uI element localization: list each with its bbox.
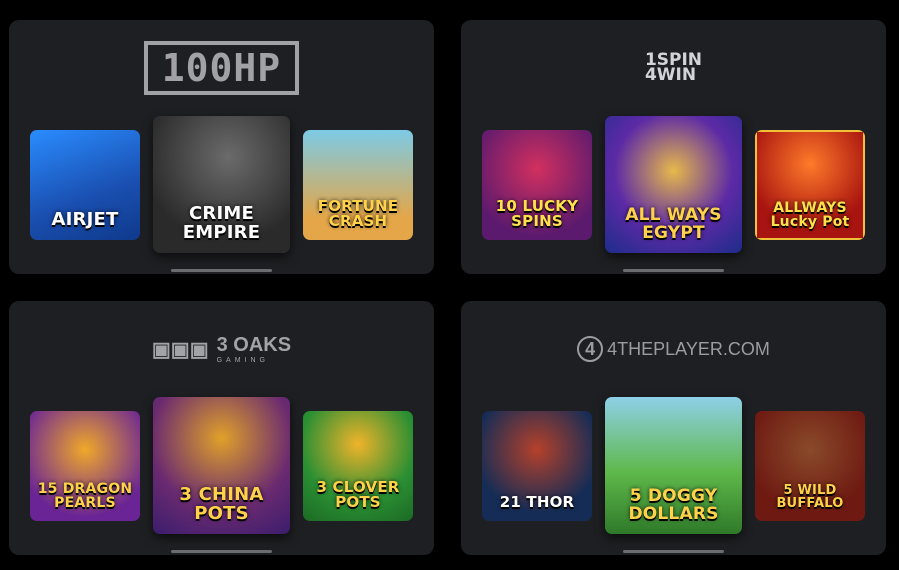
provider-card-1spin4win[interactable]: 1SPIN 4WIN 10 LUCKY SPINS ALL WAYS EGYPT… — [461, 20, 886, 274]
logo-line-2: 4WIN — [644, 65, 697, 85]
provider-card-100hp[interactable]: 100HP AIRJET CRIME EMPIRE FORTUNE CRASH — [9, 20, 434, 274]
game-carousel: AIRJET CRIME EMPIRE FORTUNE CRASH — [9, 116, 434, 253]
game-title: 3 CLOVER POTS — [316, 477, 400, 512]
game-carousel: 21 THOR 5 DOGGY DOLLARS 5 WILD BUFFALO — [461, 397, 886, 534]
game-tile-5-doggy-dollars[interactable]: 5 DOGGY DOLLARS — [605, 397, 742, 534]
logo-1spin4win-text: 1SPIN 4WIN — [644, 52, 702, 85]
game-title: 10 LUCKY SPINS — [495, 196, 579, 231]
logo-3oaks-text: ▣▣▣ 3 OAKS GAMING — [152, 334, 291, 364]
game-title: 15 DRAGON PEARLS — [37, 480, 133, 512]
game-title: 5 WILD BUFFALO — [776, 482, 844, 512]
logo-4theplayer-text: 4 4THEPLAYER.COM — [577, 336, 770, 362]
game-title: 5 DOGGY DOLLARS — [628, 486, 719, 525]
provider-logo-100hp[interactable]: 100HP — [9, 38, 434, 98]
game-tile-all-ways-egypt[interactable]: ALL WAYS EGYPT — [605, 116, 742, 253]
game-tile-15-dragon-pearls[interactable]: 15 DRAGON PEARLS — [30, 411, 140, 521]
game-tile-3-clover-pots[interactable]: 3 CLOVER POTS — [303, 411, 413, 521]
provider-logo-3oaks[interactable]: ▣▣▣ 3 OAKS GAMING — [9, 319, 434, 379]
game-title: ALLWAYS Lucky Pot — [770, 199, 850, 231]
game-tile-crime-empire[interactable]: CRIME EMPIRE — [153, 116, 290, 253]
game-tile-5-wild-buffalo[interactable]: 5 WILD BUFFALO — [755, 411, 865, 521]
game-title: AIRJET — [51, 209, 119, 231]
logo-name: 3 OAKS — [216, 334, 292, 356]
game-tile-10-lucky-spins[interactable]: 10 LUCKY SPINS — [482, 130, 592, 240]
logo-sub: GAMING — [216, 357, 269, 364]
game-carousel: 15 DRAGON PEARLS 3 CHINA POTS 3 CLOVER P… — [9, 397, 434, 534]
game-title: 21 THOR — [499, 493, 575, 512]
game-tile-21-thor[interactable]: 21 THOR — [482, 411, 592, 521]
game-tile-3-china-pots[interactable]: 3 CHINA POTS — [153, 397, 290, 534]
game-title: ALL WAYS EGYPT — [625, 205, 722, 244]
game-title: FORTUNE CRASH — [317, 196, 399, 231]
logo-100hp-text: 100HP — [143, 41, 300, 95]
carousel-indicator[interactable] — [623, 269, 724, 272]
oak-shield-icon: ▣▣▣ — [151, 338, 209, 361]
game-carousel: 10 LUCKY SPINS ALL WAYS EGYPT ALLWAYS Lu… — [461, 116, 886, 253]
provider-card-3oaks[interactable]: ▣▣▣ 3 OAKS GAMING 15 DRAGON PEARLS 3 CHI… — [9, 301, 434, 555]
game-title: 3 CHINA POTS — [179, 484, 264, 525]
game-title: CRIME EMPIRE — [182, 203, 261, 244]
provider-card-4theplayer[interactable]: 4 4THEPLAYER.COM 21 THOR 5 DOGGY DOLLARS… — [461, 301, 886, 555]
four-circle-icon: 4 — [577, 336, 604, 362]
provider-logo-4theplayer[interactable]: 4 4THEPLAYER.COM — [461, 319, 886, 379]
game-tile-allways-lucky-pot[interactable]: ALLWAYS Lucky Pot — [755, 130, 865, 240]
logo-text: 4THEPLAYER.COM — [607, 338, 770, 359]
carousel-indicator[interactable] — [171, 269, 272, 272]
carousel-indicator[interactable] — [623, 550, 724, 553]
carousel-indicator[interactable] — [171, 550, 272, 553]
provider-logo-1spin4win[interactable]: 1SPIN 4WIN — [461, 38, 886, 98]
game-tile-airjet[interactable]: AIRJET — [30, 130, 140, 240]
game-tile-fortune-crash[interactable]: FORTUNE CRASH — [303, 130, 413, 240]
